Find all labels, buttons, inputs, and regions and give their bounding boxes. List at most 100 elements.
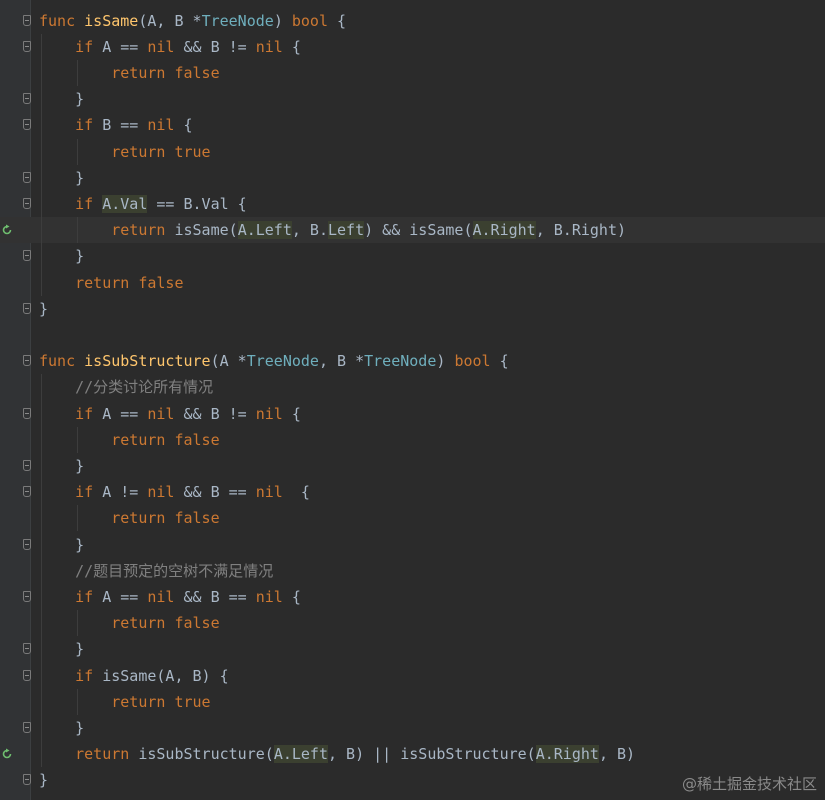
code-token: if [75,404,94,423]
code-token: B == [93,116,148,135]
code-token: { [328,11,347,30]
code-line[interactable]: //分类讨论所有情况 [0,374,825,400]
code-text: return false [39,270,183,296]
fold-marker-icon[interactable] [23,14,31,26]
code-token: nil [147,404,175,423]
fold-marker-icon[interactable] [23,197,31,209]
code-line[interactable]: } [0,86,825,112]
code-text: if A != nil && B == nil { [39,479,310,505]
fold-marker-icon[interactable] [23,355,31,367]
code-line[interactable]: } [0,453,825,479]
code-token: A == [93,37,148,56]
code-line[interactable]: return isSubStructure(A.Left, B) || isSu… [0,741,825,767]
code-line[interactable]: if isSame(A, B) { [0,663,825,689]
indent-guide [41,33,42,296]
code-token: A.Right [535,745,599,764]
code-line[interactable]: return true [0,139,825,165]
code-token: bool [291,11,328,30]
fold-marker-icon[interactable] [23,93,31,105]
fold-marker-icon[interactable] [23,250,31,262]
code-line[interactable]: return true [0,689,825,715]
code-line[interactable]: if A.Val == B.Val { [0,191,825,217]
code-token: isSubStructure [84,352,211,371]
code-line[interactable]: } [0,296,825,322]
fold-marker-icon[interactable] [23,302,31,314]
fold-marker-icon[interactable] [23,721,31,733]
code-line[interactable]: if B == nil { [0,112,825,138]
code-line[interactable]: func isSame(A, B *TreeNode) bool { [0,8,825,34]
code-token: nil [147,483,175,502]
code-line[interactable]: //题目预定的空树不满足情况 [0,558,825,584]
code-line[interactable]: return false [0,505,825,531]
code-text: //题目预定的空树不满足情况 [39,558,273,584]
fold-marker-icon[interactable] [23,171,31,183]
code-line[interactable]: return false [0,270,825,296]
recursive-call-icon[interactable] [1,224,13,236]
code-token: , B * [318,352,365,371]
fold-marker-icon[interactable] [23,538,31,550]
code-line[interactable]: if A == nil && B != nil { [0,34,825,60]
code-line[interactable]: } [0,532,825,558]
code-line[interactable]: func isSubStructure(A *TreeNode, B *Tree… [0,348,825,374]
indent-guide [77,59,78,87]
code-token: } [39,299,49,318]
code-token: return false [111,63,220,82]
code-line[interactable]: return false [0,427,825,453]
code-editor[interactable]: func isSame(A, B *TreeNode) bool { if A … [0,0,825,800]
code-line[interactable]: if A == nil && B == nil { [0,584,825,610]
code-line[interactable]: if A == nil && B != nil { [0,401,825,427]
code-token: } [39,640,85,659]
code-token: if [75,587,94,606]
code-token: nil [147,116,175,135]
code-line[interactable]: return isSame(A.Left, B.Left) && isSame(… [0,217,825,244]
code-text: } [39,453,84,479]
code-token: if [75,666,94,685]
fold-marker-icon[interactable] [23,407,31,419]
code-line[interactable]: } [0,165,825,191]
fold-marker-icon[interactable] [23,486,31,498]
code-line[interactable]: if A != nil && B == nil { [0,479,825,505]
code-token: (A * [210,352,247,371]
indent-guide [77,610,78,637]
code-token: nil [255,37,283,56]
fold-marker-icon[interactable] [23,774,31,786]
code-token: , B) || isSubStructure( [328,745,536,764]
code-text: //分类讨论所有情况 [39,374,213,400]
code-token: (A, B * [138,11,202,30]
fold-marker-icon[interactable] [23,119,31,131]
code-token: if [75,37,94,56]
code-text: } [39,767,48,793]
recursive-call-icon[interactable] [1,748,13,760]
code-token: TreeNode [246,352,319,371]
fold-marker-icon[interactable] [23,669,31,681]
code-line[interactable]: return false [0,610,825,636]
code-line[interactable]: } [0,636,825,662]
code-token: A == [93,587,148,606]
code-token: //分类讨论所有情况 [75,378,214,397]
code-token: if [75,483,94,502]
fold-marker-icon[interactable] [23,459,31,471]
fold-marker-icon[interactable] [23,590,31,602]
code-token: && B == [174,587,256,606]
code-token: A.Val [102,194,148,213]
code-line[interactable]: return false [0,60,825,86]
code-token: isSame( [165,221,238,240]
code-line[interactable] [0,322,825,348]
fold-marker-icon[interactable] [23,643,31,655]
indent-guide [77,688,78,715]
code-text: if A == nil && B != nil { [39,34,301,60]
fold-marker-icon[interactable] [23,40,31,52]
indent-guide [41,374,42,768]
code-line[interactable]: } [0,715,825,741]
code-line[interactable]: } [0,243,825,269]
code-token: isSame [84,11,139,30]
code-token: return [111,221,166,240]
